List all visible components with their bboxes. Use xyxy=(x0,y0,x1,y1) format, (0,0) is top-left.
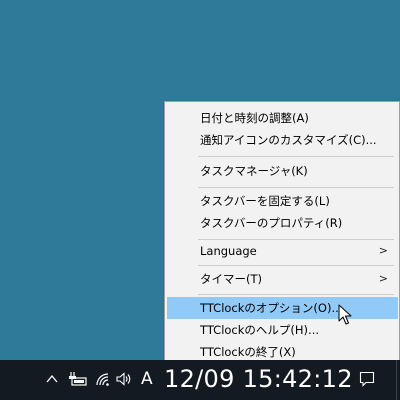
menu-item-label: TTClockのオプション(O)... xyxy=(200,301,343,315)
menu-separator xyxy=(198,265,394,266)
menu-item-lock-taskbar[interactable]: タスクバーを固定する(L) xyxy=(167,190,398,212)
menu-item-ttclock-help[interactable]: TTClockのヘルプ(H)... xyxy=(167,319,398,341)
menu-item-label: タスクバーを固定する(L) xyxy=(200,194,330,208)
menu-item-label: TTClockの終了(X) xyxy=(200,345,296,359)
menu-item-label: タスクバーのプロパティ(R) xyxy=(200,216,343,230)
speaker-icon[interactable] xyxy=(116,372,132,386)
menu-item-customize-notification-icons[interactable]: 通知アイコンのカスタマイズ(C)... xyxy=(167,129,398,151)
menu-item-task-manager[interactable]: タスクマネージャ(K) xyxy=(167,160,398,182)
battery-icon[interactable] xyxy=(68,371,88,387)
chevron-up-icon[interactable] xyxy=(46,374,58,384)
menu-item-date-time[interactable]: 日付と時刻の調整(A) xyxy=(167,107,398,129)
menu-separator xyxy=(198,294,394,295)
taskbar-clock[interactable]: 12/09 15:42:12 xyxy=(164,365,353,393)
menu-item-timer[interactable]: タイマー(T) > xyxy=(167,268,398,290)
menu-item-language[interactable]: Language > xyxy=(167,240,398,262)
context-menu: 日付と時刻の調整(A) 通知アイコンのカスタマイズ(C)... タスクマネージャ… xyxy=(164,101,400,363)
taskbar: A 12/09 15:42:12 xyxy=(0,360,400,400)
action-center-icon[interactable] xyxy=(359,371,375,387)
menu-item-label: タイマー(T) xyxy=(200,272,262,286)
wifi-icon[interactable] xyxy=(95,372,111,386)
menu-item-label: TTClockのヘルプ(H)... xyxy=(200,323,320,337)
menu-item-taskbar-properties[interactable]: タスクバーのプロパティ(R) xyxy=(167,212,398,234)
show-desktop-button[interactable] xyxy=(396,360,400,400)
mouse-cursor-icon xyxy=(338,304,352,325)
menu-item-ttclock-options[interactable]: TTClockのオプション(O)... xyxy=(167,297,398,319)
menu-item-label: 通知アイコンのカスタマイズ(C)... xyxy=(200,133,377,147)
menu-item-label: Language xyxy=(200,244,257,258)
ime-indicator[interactable]: A xyxy=(141,369,153,389)
menu-separator xyxy=(198,156,394,157)
chevron-right-icon: > xyxy=(378,272,388,285)
menu-item-label: タスクマネージャ(K) xyxy=(200,164,308,178)
chevron-right-icon: > xyxy=(378,244,388,257)
menu-item-label: 日付と時刻の調整(A) xyxy=(200,111,309,125)
menu-separator xyxy=(198,187,394,188)
